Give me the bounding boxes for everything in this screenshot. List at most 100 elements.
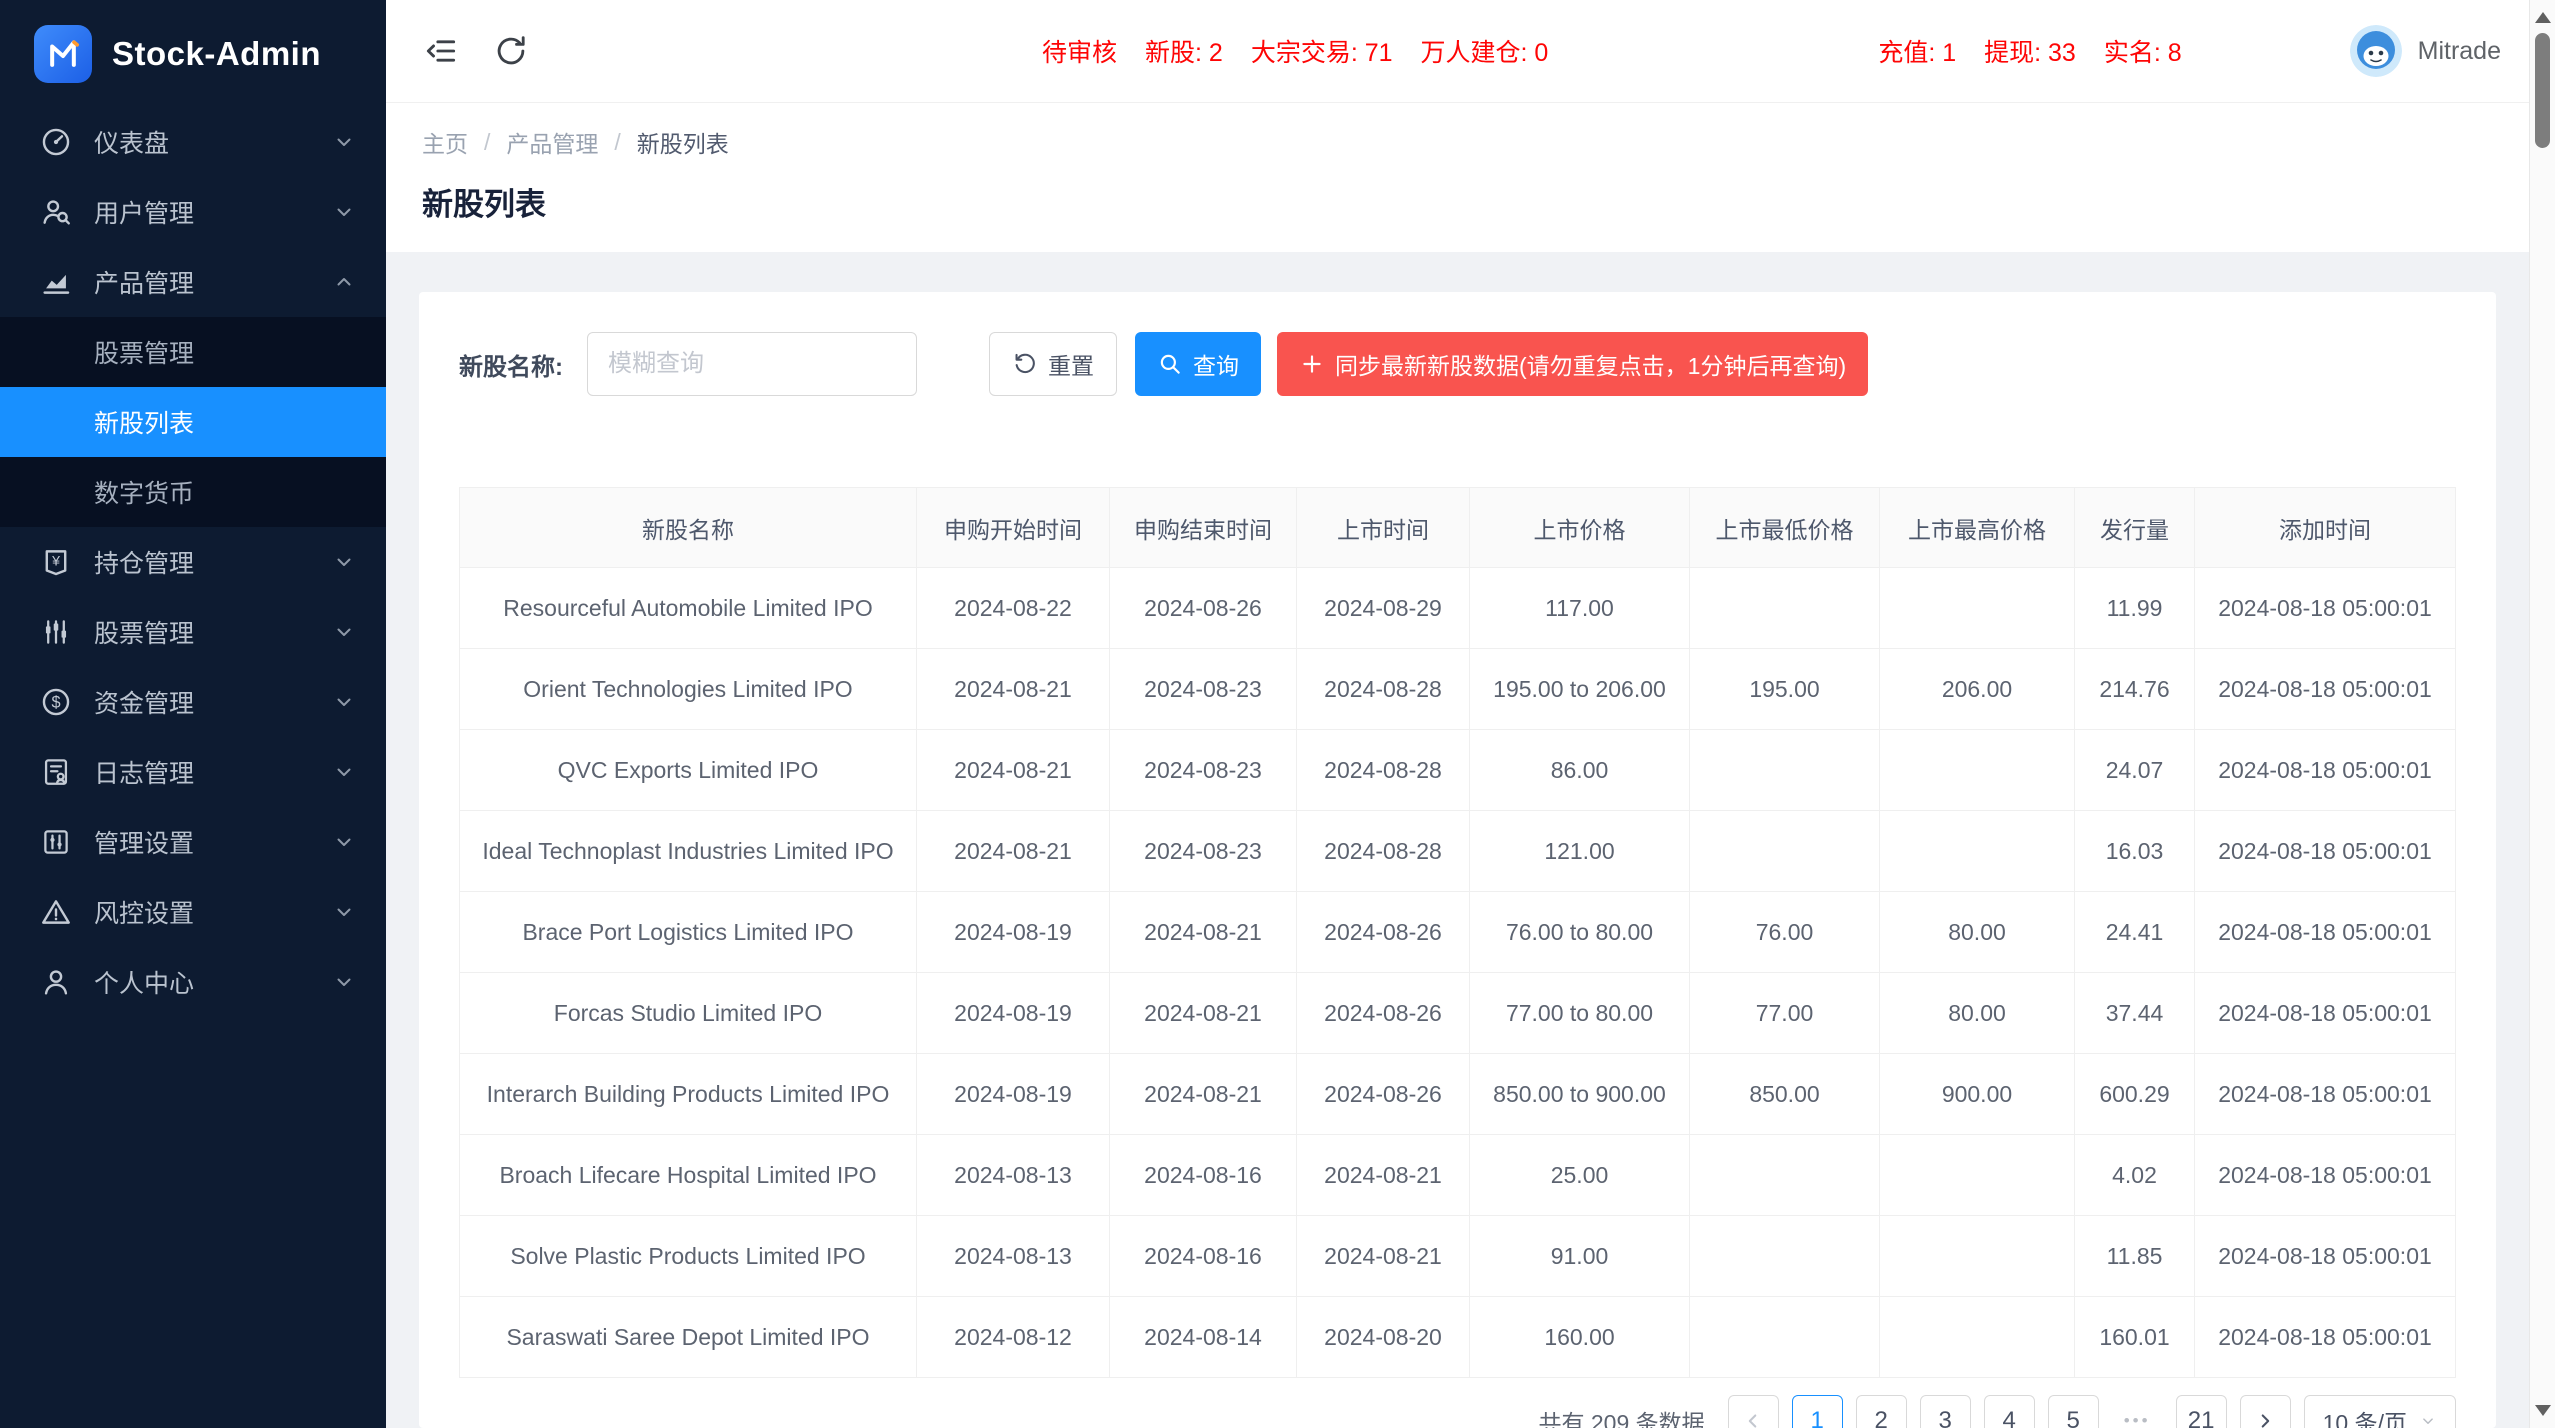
table-header-cell: 上市价格 xyxy=(1470,488,1690,568)
sidebar: Stock-Admin 仪表盘 用户管理 产 xyxy=(0,0,386,1428)
table-cell: 2024-08-21 xyxy=(1110,892,1297,973)
chevron-up-icon xyxy=(332,270,356,294)
scrollbar[interactable] xyxy=(2529,0,2555,1428)
content-card: 新股名称: 重置 查询 xyxy=(419,292,2496,1428)
pagination-page-button-21[interactable]: 21 xyxy=(2176,1395,2227,1428)
table-header-cell: 申购结束时间 xyxy=(1110,488,1297,568)
table-cell: 4.02 xyxy=(2075,1135,2195,1216)
pagination-page-button-2[interactable]: 2 xyxy=(1856,1395,1907,1428)
table-cell: 2024-08-21 xyxy=(1297,1135,1470,1216)
chevron-down-icon xyxy=(332,900,356,924)
page-size-select[interactable]: 10 条/页 xyxy=(2304,1395,2456,1428)
user-menu[interactable]: Mitrade xyxy=(2350,25,2501,77)
area-chart-icon xyxy=(38,264,74,300)
table-header-cell: 上市最低价格 xyxy=(1690,488,1880,568)
table-cell: 160.00 xyxy=(1470,1297,1690,1378)
table-cell: 2024-08-26 xyxy=(1297,892,1470,973)
table-cell: 2024-08-18 05:00:01 xyxy=(2195,1216,2456,1297)
avatar xyxy=(2350,25,2402,77)
pagination-page-button-1[interactable]: 1 xyxy=(1792,1395,1843,1428)
table-cell: 2024-08-22 xyxy=(917,568,1110,649)
table-cell: 2024-08-21 xyxy=(917,649,1110,730)
table-cell xyxy=(1690,730,1880,811)
breadcrumb-product-management[interactable]: 产品管理 xyxy=(506,125,598,159)
table-row: Ideal Technoplast Industries Limited IPO… xyxy=(460,811,2456,892)
candlestick-icon xyxy=(38,614,74,650)
table-cell: 2024-08-13 xyxy=(917,1135,1110,1216)
sidebar-item-product-management[interactable]: 产品管理 xyxy=(0,247,386,317)
search-button[interactable]: 查询 xyxy=(1135,332,1261,396)
sidebar-item-personal-center[interactable]: 个人中心 xyxy=(0,947,386,1017)
table-cell: 2024-08-16 xyxy=(1110,1216,1297,1297)
table-cell: 2024-08-29 xyxy=(1297,568,1470,649)
scrollbar-up-arrow[interactable] xyxy=(2535,12,2551,23)
table-cell: 2024-08-18 05:00:01 xyxy=(2195,1297,2456,1378)
table-cell: 76.00 xyxy=(1690,892,1880,973)
table-body: Resourceful Automobile Limited IPO2024-0… xyxy=(460,568,2456,1378)
scrollbar-down-arrow[interactable] xyxy=(2535,1405,2551,1416)
refresh-icon[interactable] xyxy=(492,32,530,70)
table-cell: 2024-08-18 05:00:01 xyxy=(2195,568,2456,649)
search-button-label: 查询 xyxy=(1193,347,1239,381)
table-cell: 2024-08-21 xyxy=(1110,1054,1297,1135)
table-cell: 2024-08-12 xyxy=(917,1297,1110,1378)
pagination: 共有 209 条数据 12345 ••• 21 10 条/页 xyxy=(459,1395,2456,1428)
app-title: Stock-Admin xyxy=(112,35,321,73)
table-cell: 77.00 xyxy=(1690,973,1880,1054)
sidebar-item-admin-settings[interactable]: 管理设置 xyxy=(0,807,386,877)
settings-panel-icon xyxy=(38,824,74,860)
sidebar-subitem-new-stock-list[interactable]: 新股列表 xyxy=(0,387,386,457)
table-cell: Resourceful Automobile Limited IPO xyxy=(460,568,917,649)
breadcrumb-current: 新股列表 xyxy=(637,125,729,159)
sidebar-item-label: 持仓管理 xyxy=(94,544,194,580)
chevron-down-icon xyxy=(332,690,356,714)
pagination-next-button[interactable] xyxy=(2240,1395,2291,1428)
pagination-prev-button[interactable] xyxy=(1728,1395,1779,1428)
table-cell: 850.00 xyxy=(1690,1054,1880,1135)
user-search-icon xyxy=(38,194,74,230)
table-cell xyxy=(1880,730,2075,811)
pending-stat-new-stock: 新股: 2 xyxy=(1145,33,1223,69)
table-cell xyxy=(1880,811,2075,892)
sync-button[interactable]: 同步最新新股数据(请勿重复点击，1分钟后再查询) xyxy=(1277,332,1868,396)
pagination-page-button-3[interactable]: 3 xyxy=(1920,1395,1971,1428)
table-header-cell: 添加时间 xyxy=(2195,488,2456,568)
scrollbar-thumb[interactable] xyxy=(2535,33,2550,148)
dashboard-icon xyxy=(38,124,74,160)
sidebar-item-log-management[interactable]: 日志管理 xyxy=(0,737,386,807)
page-size-label: 10 条/页 xyxy=(2323,1404,2407,1428)
sidebar-item-dashboard[interactable]: 仪表盘 xyxy=(0,107,386,177)
table-cell: 2024-08-14 xyxy=(1110,1297,1297,1378)
table-cell: 214.76 xyxy=(2075,649,2195,730)
table-cell: 2024-08-13 xyxy=(917,1216,1110,1297)
pagination-page-button-5[interactable]: 5 xyxy=(2048,1395,2099,1428)
dollar-circle-icon: $ xyxy=(38,684,74,720)
sidebar-item-label: 管理设置 xyxy=(94,824,194,860)
collapse-sidebar-icon[interactable] xyxy=(422,32,460,70)
sidebar-item-label: 股票管理 xyxy=(94,614,194,650)
table-cell: 600.29 xyxy=(2075,1054,2195,1135)
sidebar-subitem-label: 股票管理 xyxy=(94,334,194,370)
sidebar-subitem-stock-management[interactable]: 股票管理 xyxy=(0,317,386,387)
table-cell: 2024-08-21 xyxy=(917,730,1110,811)
table-cell: 2024-08-21 xyxy=(1297,1216,1470,1297)
sidebar-item-stock-management[interactable]: 股票管理 xyxy=(0,597,386,667)
sidebar-item-risk-settings[interactable]: 风控设置 xyxy=(0,877,386,947)
sidebar-menu: 仪表盘 用户管理 产品管理 股票管理 xyxy=(0,107,386,1428)
table-header-cell: 发行量 xyxy=(2075,488,2195,568)
table-cell: QVC Exports Limited IPO xyxy=(460,730,917,811)
reset-button[interactable]: 重置 xyxy=(989,332,1117,396)
page-head: 主页 / 产品管理 / 新股列表 新股列表 xyxy=(386,103,2529,252)
sidebar-item-user-management[interactable]: 用户管理 xyxy=(0,177,386,247)
sidebar-subitem-digital-currency[interactable]: 数字货币 xyxy=(0,457,386,527)
breadcrumb-home[interactable]: 主页 xyxy=(422,125,468,159)
table-cell: Orient Technologies Limited IPO xyxy=(460,649,917,730)
pagination-total: 共有 209 条数据 xyxy=(1538,1404,1704,1428)
sidebar-item-fund-management[interactable]: $ 资金管理 xyxy=(0,667,386,737)
pagination-page-button-4[interactable]: 4 xyxy=(1984,1395,2035,1428)
stock-name-input[interactable] xyxy=(587,332,917,396)
sidebar-item-position-management[interactable]: ¥ 持仓管理 xyxy=(0,527,386,597)
pagination-ellipsis[interactable]: ••• xyxy=(2112,1395,2163,1428)
topbar-right: 充值: 1 提现: 33 实名: 8 Mitrade xyxy=(1878,25,2501,77)
chevron-down-icon xyxy=(332,830,356,854)
